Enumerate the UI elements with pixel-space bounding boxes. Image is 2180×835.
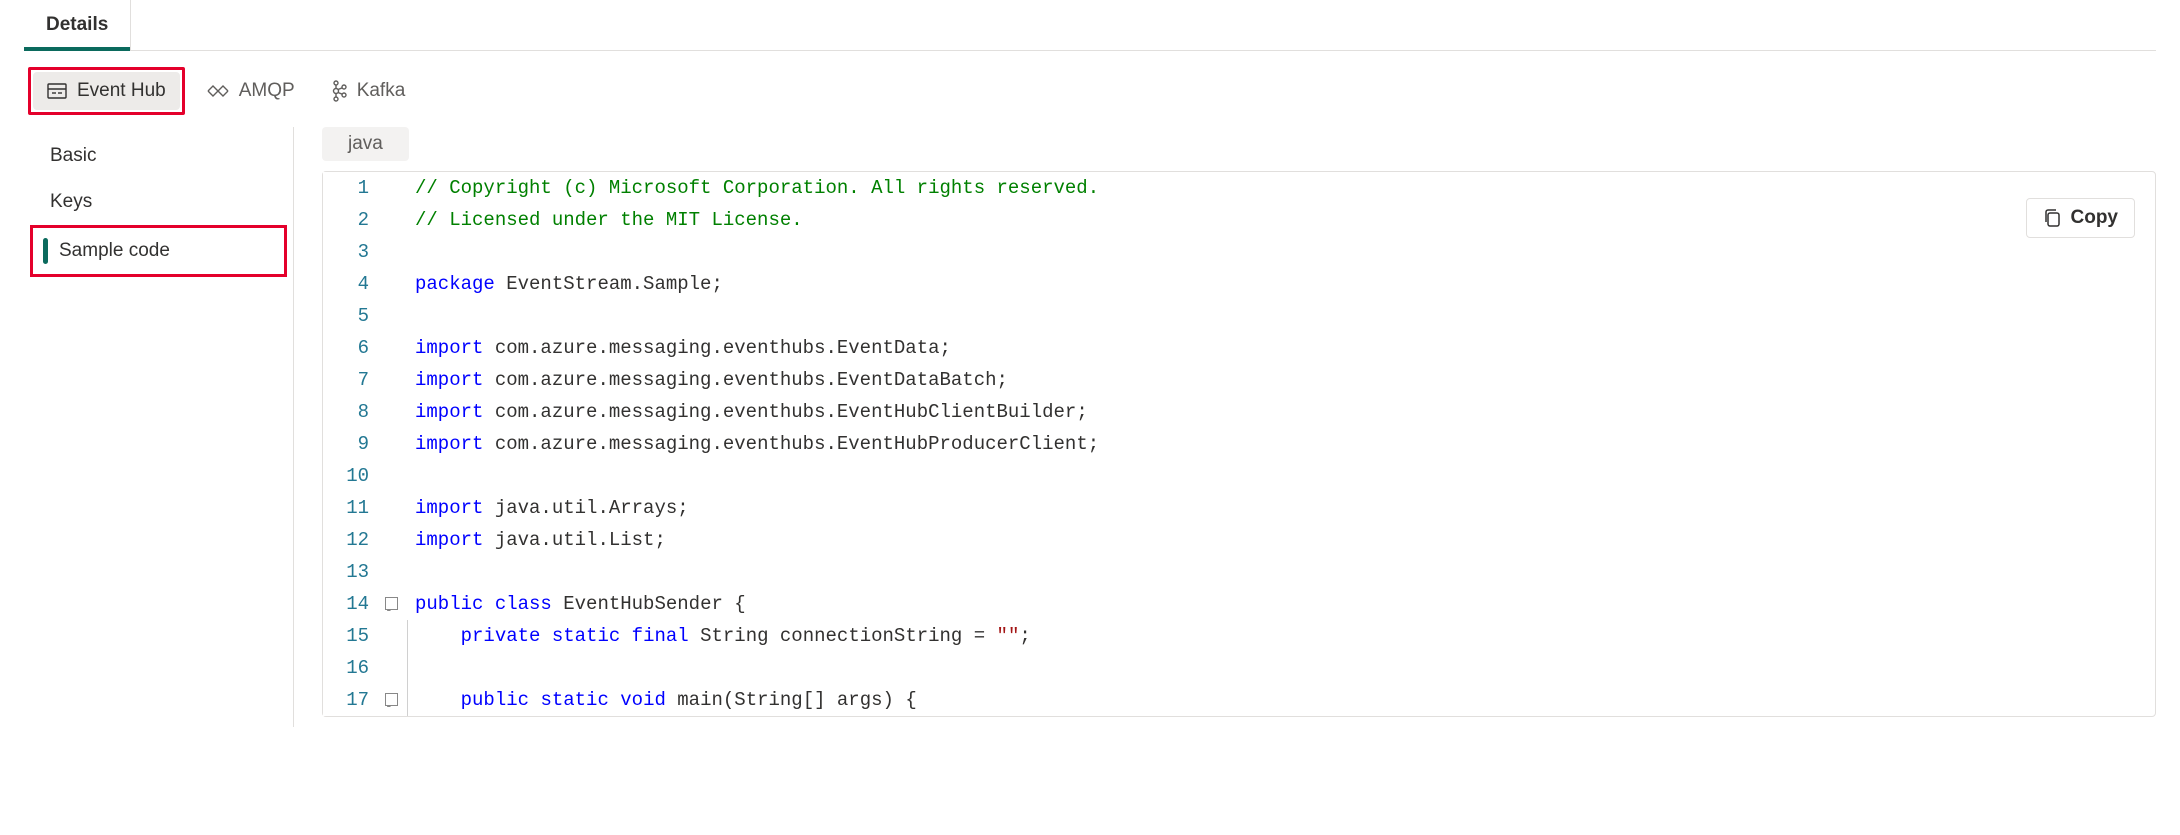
fold-toggle-icon[interactable]: [385, 693, 398, 706]
top-tab-bar: Details: [24, 0, 2156, 51]
line-number: 9: [323, 428, 379, 460]
code-line[interactable]: public static void main(String[] args) {: [403, 684, 2155, 716]
fold-gutter: [379, 332, 403, 364]
fold-gutter: [379, 364, 403, 396]
line-number: 10: [323, 460, 379, 492]
fold-gutter: [379, 172, 403, 204]
fold-gutter[interactable]: [379, 588, 403, 620]
fold-gutter: [379, 300, 403, 332]
kafka-icon: [331, 80, 347, 102]
protocol-amqp[interactable]: AMQP: [193, 72, 309, 110]
code-line[interactable]: import com.azure.messaging.eventhubs.Eve…: [403, 428, 2155, 460]
line-number: 13: [323, 556, 379, 588]
code-line[interactable]: import com.azure.messaging.eventhubs.Eve…: [403, 332, 2155, 364]
fold-gutter: [379, 268, 403, 300]
code-block: Copy 1// Copyright (c) Microsoft Corpora…: [322, 171, 2156, 717]
code-line[interactable]: [403, 236, 2155, 268]
sidebar-item-label: Basic: [50, 145, 96, 166]
line-number: 2: [323, 204, 379, 236]
fold-toggle-icon[interactable]: [385, 597, 398, 610]
code-line[interactable]: import com.azure.messaging.eventhubs.Eve…: [403, 364, 2155, 396]
main-panel: java Copy 1// Copyright (c) Microsoft Co…: [294, 127, 2156, 717]
fold-gutter: [379, 236, 403, 268]
fold-gutter: [379, 204, 403, 236]
highlight-event-hub: Event Hub: [28, 67, 185, 115]
sidebar-item-basic[interactable]: Basic: [24, 133, 293, 179]
line-number: 4: [323, 268, 379, 300]
protocol-kafka[interactable]: Kafka: [317, 72, 420, 110]
protocol-event-hub[interactable]: Event Hub: [33, 72, 180, 110]
fold-gutter: [379, 492, 403, 524]
fold-gutter[interactable]: [379, 684, 403, 716]
sidebar-item-label: Keys: [50, 191, 92, 212]
line-number: 5: [323, 300, 379, 332]
line-number: 6: [323, 332, 379, 364]
line-number: 12: [323, 524, 379, 556]
highlight-sample-code: Sample code: [30, 225, 287, 277]
code-line[interactable]: [403, 556, 2155, 588]
amqp-icon: [207, 84, 229, 98]
event-hub-icon: [47, 83, 67, 99]
line-number: 11: [323, 492, 379, 524]
line-number: 16: [323, 652, 379, 684]
code-line[interactable]: package EventStream.Sample;: [403, 268, 2155, 300]
sidebar-item-sample-code[interactable]: Sample code: [33, 228, 284, 274]
line-number: 7: [323, 364, 379, 396]
body-row: Basic Keys Sample code java: [24, 127, 2156, 727]
code-line[interactable]: private static final String connectionSt…: [403, 620, 2155, 652]
code-line[interactable]: // Copyright (c) Microsoft Corporation. …: [403, 172, 2155, 204]
fold-gutter: [379, 652, 403, 684]
language-badge[interactable]: java: [322, 127, 409, 161]
fold-gutter: [379, 428, 403, 460]
protocol-amqp-label: AMQP: [239, 80, 295, 102]
code-line[interactable]: [403, 460, 2155, 492]
code-line[interactable]: [403, 300, 2155, 332]
line-number: 3: [323, 236, 379, 268]
sidebar-item-label: Sample code: [59, 240, 170, 261]
fold-gutter: [379, 524, 403, 556]
sidebar: Basic Keys Sample code: [24, 127, 294, 727]
protocol-event-hub-label: Event Hub: [77, 80, 166, 102]
line-number: 8: [323, 396, 379, 428]
code-line[interactable]: [403, 652, 2155, 684]
protocol-toolbar: Event Hub AMQP Kafka: [24, 61, 2156, 127]
code-line[interactable]: // Licensed under the MIT License.: [403, 204, 2155, 236]
line-number: 15: [323, 620, 379, 652]
code-line[interactable]: import java.util.Arrays;: [403, 492, 2155, 524]
code-grid[interactable]: 1 // Copyright (c) Microsoft Corporation.…: [323, 172, 2155, 716]
protocol-kafka-label: Kafka: [357, 80, 406, 102]
code-line[interactable]: import com.azure.messaging.eventhubs.Eve…: [403, 396, 2155, 428]
line-number: 17: [323, 684, 379, 716]
code-line[interactable]: import java.util.List;: [403, 524, 2155, 556]
fold-gutter: [379, 396, 403, 428]
sidebar-item-keys[interactable]: Keys: [24, 179, 293, 225]
tab-details-label: Details: [46, 14, 108, 35]
tab-details[interactable]: Details: [24, 0, 131, 50]
language-badge-label: java: [348, 133, 383, 154]
fold-gutter: [379, 460, 403, 492]
line-number: 1: [323, 172, 379, 204]
code-line[interactable]: public class EventHubSender {: [403, 588, 2155, 620]
line-number: 14: [323, 588, 379, 620]
fold-gutter: [379, 556, 403, 588]
page-root: Details Event Hub AMQP: [0, 0, 2180, 751]
